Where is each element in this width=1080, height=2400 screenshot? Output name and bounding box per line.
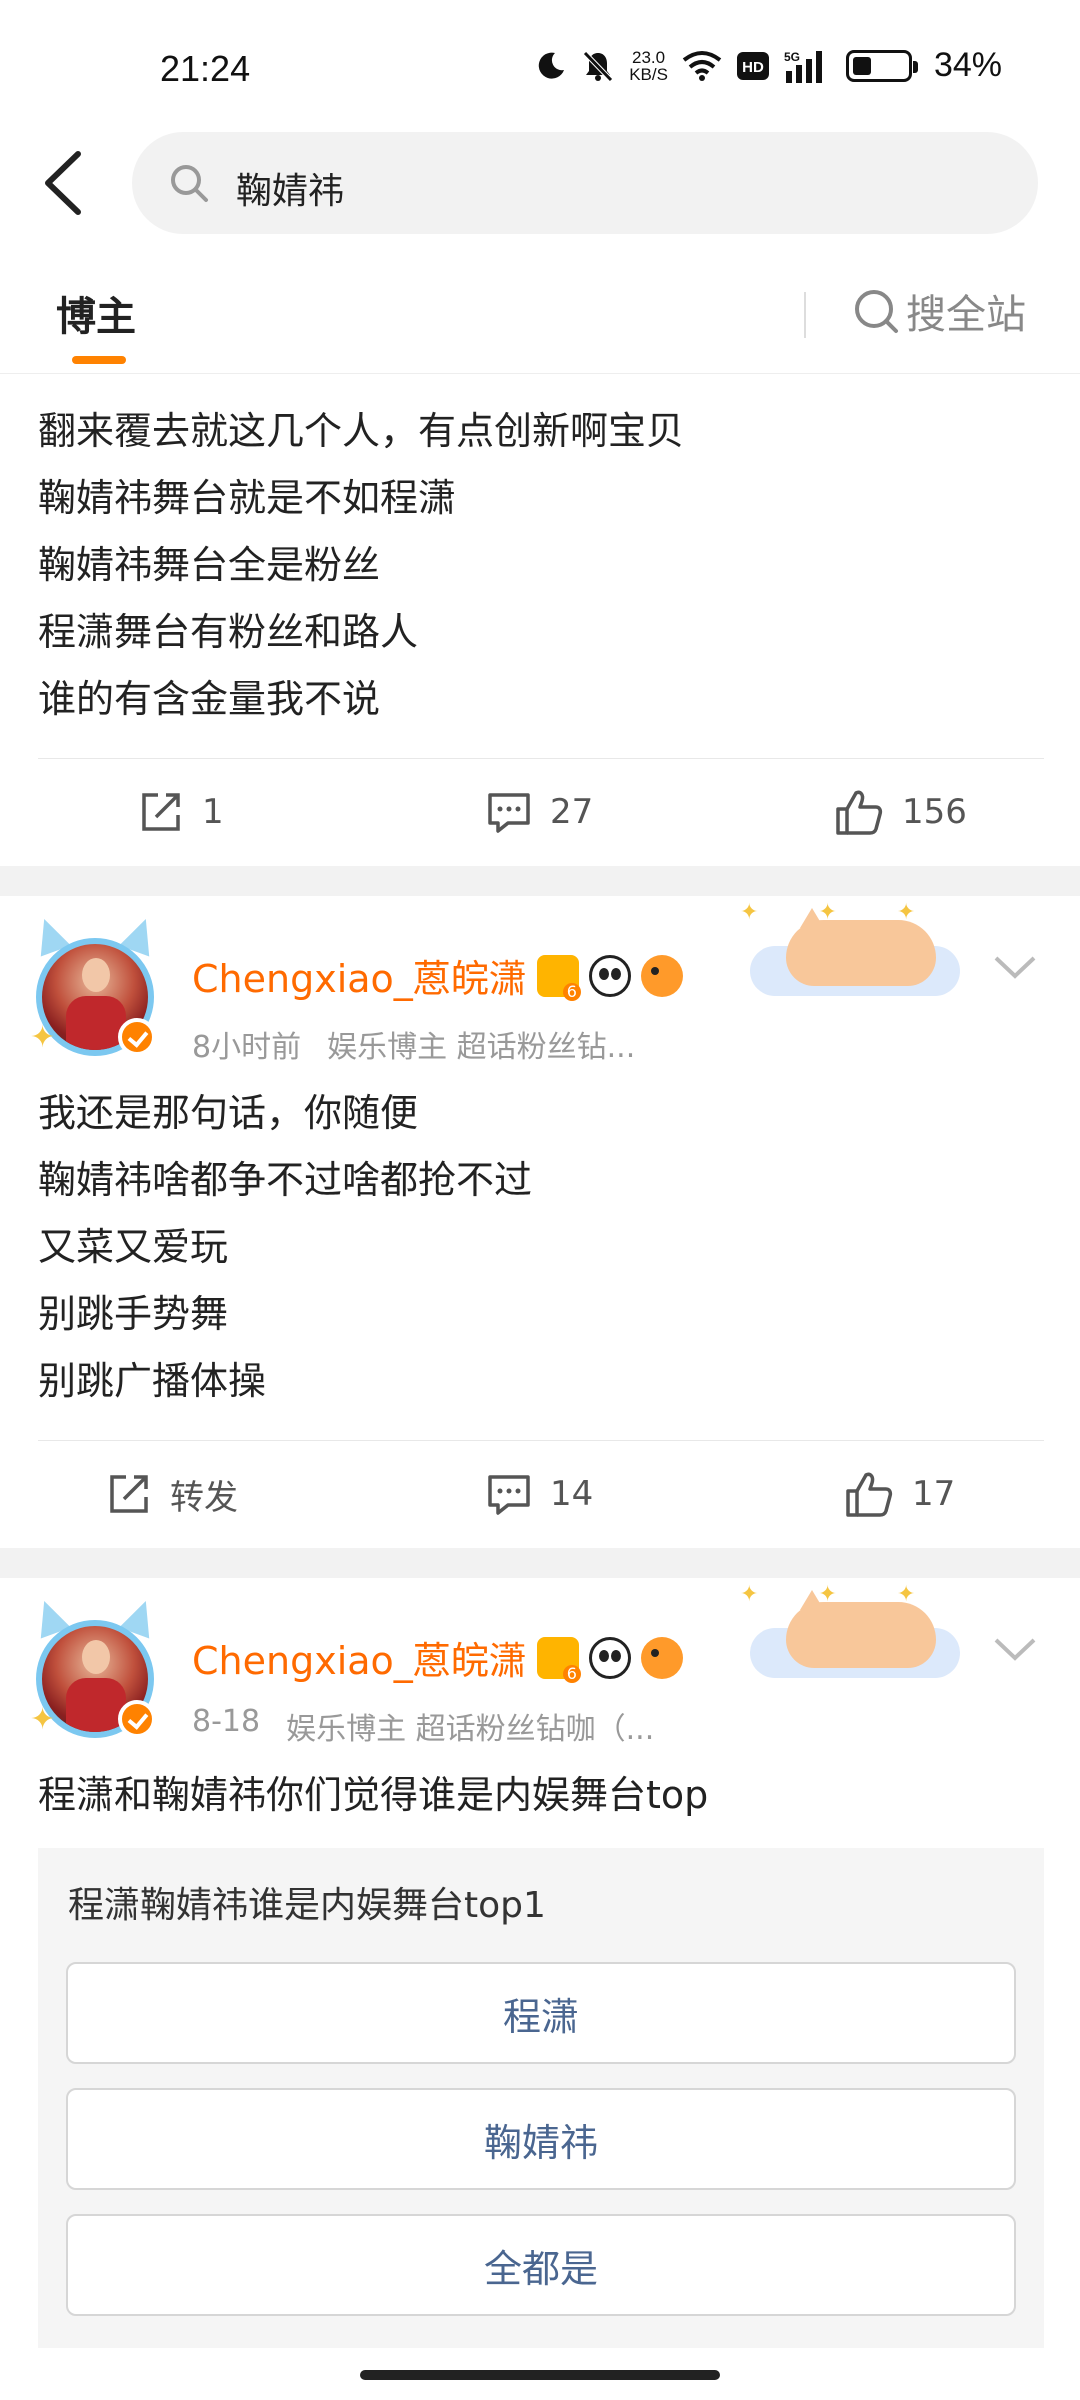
verified-icon <box>118 1018 156 1056</box>
comment-button[interactable]: 14 <box>486 1444 593 1544</box>
post-text[interactable]: 翻来覆去就这几个人，有点创新啊宝贝 鞠婧祎舞台就是不如程潇 鞠婧祎舞台全是粉丝 … <box>38 398 684 733</box>
divider <box>38 1440 1044 1441</box>
comment-icon <box>488 1475 530 1515</box>
tab-bar: 博主 搜全站 <box>0 262 1080 374</box>
poll-card: 程潇鞠婧祎谁是内娱舞台top1 程潇 鞠婧祎 全都是 <box>38 1848 1044 2348</box>
net-speed-value: 23.0 <box>632 47 666 67</box>
fish-badge-icon <box>640 954 683 997</box>
repost-button[interactable]: 转发 <box>106 1444 238 1544</box>
repost-icon <box>110 1475 148 1513</box>
sparkle-icon: ✦ <box>30 1702 56 1737</box>
avatar[interactable]: ✦ <box>29 1595 161 1740</box>
search-input[interactable]: 鞠婧祎 <box>132 132 1038 234</box>
tab-active-indicator <box>72 356 126 364</box>
search-all-icon <box>855 290 898 333</box>
repost-label: 转发 <box>170 1477 238 1518</box>
panda-badge-icon <box>588 1636 631 1679</box>
like-count: 156 <box>902 792 967 832</box>
avatar[interactable]: ✦ <box>29 913 161 1058</box>
svg-text:HD: HD <box>742 59 764 76</box>
chevron-down-icon[interactable] <box>990 948 1040 988</box>
comment-button[interactable]: 27 <box>486 762 593 862</box>
action-bar: 转发 14 17 <box>0 1444 1080 1544</box>
status-icons: 23.0 KB/S HD 5G 34% <box>535 46 1002 85</box>
back-button[interactable] <box>38 148 94 218</box>
poll-option[interactable]: 程潇 <box>66 1962 1016 2064</box>
verified-icon <box>118 1700 156 1738</box>
post-line: 鞠婧祎舞台全是粉丝 <box>38 543 381 587</box>
post-line: 别跳手势舞 <box>38 1292 229 1336</box>
thumbs-up-icon <box>836 790 883 835</box>
post-line: 鞠婧祎舞台就是不如程潇 <box>38 476 457 520</box>
thumbs-up-icon <box>846 1472 893 1517</box>
search-query: 鞠婧祎 <box>236 171 345 212</box>
post-line: 别跳广播体操 <box>38 1359 267 1403</box>
cat-decoration-icon: ✦✦✦ <box>740 900 970 1010</box>
cat-decoration-icon: ✦✦✦ <box>740 1582 970 1692</box>
post-line: 谁的有含金量我不说 <box>38 677 381 721</box>
post-meta: 8-18 娱乐博主 超话粉丝钻咖（... <box>192 1704 654 1748</box>
hd-icon: HD <box>736 51 769 80</box>
post-time: 8-18 <box>192 1704 261 1739</box>
username-row: Chengxiao_蒽皖潇 <box>192 1630 683 1685</box>
post-line: 程潇和鞠婧祎你们觉得谁是内娱舞台top <box>38 1773 709 1817</box>
post-tags: 娱乐博主 超话粉丝钻... <box>327 1030 636 1065</box>
poll-option[interactable]: 鞠婧祎 <box>66 2088 1016 2190</box>
post-time: 8小时前 <box>192 1030 302 1065</box>
post-text[interactable]: 我还是那句话，你随便 鞠婧祎啥都争不过啥都抢不过 又菜又爱玩 别跳手势舞 别跳广… <box>38 1080 532 1415</box>
username-row: Chengxiao_蒽皖潇 <box>192 948 683 1003</box>
username[interactable]: Chengxiao_蒽皖潇 <box>192 1630 527 1685</box>
action-bar: 1 27 156 <box>0 762 1080 862</box>
post-tags: 娱乐博主 超话粉丝钻咖（... <box>286 1712 655 1747</box>
post-text[interactable]: 程潇和鞠婧祎你们觉得谁是内娱舞台top <box>38 1762 708 1829</box>
feed-separator <box>0 866 1080 896</box>
post-line: 我还是那句话，你随便 <box>38 1091 419 1135</box>
battery-icon <box>845 49 918 82</box>
crown-badge-icon <box>536 954 581 1001</box>
post-line: 又菜又爱玩 <box>38 1225 229 1269</box>
post-meta: 8小时前 娱乐博主 超话粉丝钻... <box>192 1022 635 1066</box>
moon-icon <box>538 52 565 79</box>
crown-badge-icon <box>536 1636 581 1683</box>
divider <box>38 758 1044 759</box>
status-bar: 21:24 23.0 KB/S HD 5G 34% <box>0 0 1080 130</box>
poll-option[interactable]: 全都是 <box>66 2214 1016 2316</box>
like-button[interactable]: 17 <box>844 1444 955 1544</box>
net-speed: 23.0 KB/S <box>629 49 668 83</box>
comment-count: 14 <box>550 1474 594 1514</box>
panda-badge-icon <box>588 954 631 997</box>
like-count: 17 <box>912 1474 956 1514</box>
search-icon <box>171 165 208 202</box>
repost-icon <box>142 793 180 831</box>
home-indicator[interactable] <box>360 2370 720 2380</box>
username[interactable]: Chengxiao_蒽皖潇 <box>192 948 527 1003</box>
comment-icon <box>488 793 530 833</box>
battery-fill <box>852 56 871 75</box>
net-speed-unit: KB/S <box>629 64 668 84</box>
wifi-icon <box>682 50 722 81</box>
battery-percent: 34% <box>933 46 1002 84</box>
search-all-button[interactable]: 搜全站 <box>852 282 1026 340</box>
chevron-down-icon[interactable] <box>990 1630 1040 1670</box>
fish-badge-icon <box>640 1636 683 1679</box>
feed-separator <box>0 1548 1080 1578</box>
tab-divider <box>804 292 806 338</box>
post-line: 程潇舞台有粉丝和路人 <box>38 610 419 654</box>
tab-bloggers[interactable]: 博主 <box>56 284 136 342</box>
like-button[interactable]: 156 <box>834 762 967 862</box>
comment-count: 27 <box>550 792 594 832</box>
repost-count: 1 <box>202 792 224 832</box>
status-time: 21:24 <box>160 48 251 89</box>
mute-bell-icon <box>583 50 613 82</box>
poll-title: 程潇鞠婧祎谁是内娱舞台top1 <box>68 1885 546 1926</box>
signal-icon: 5G <box>784 50 822 83</box>
post-line: 翻来覆去就这几个人，有点创新啊宝贝 <box>38 409 685 453</box>
post-line: 鞠婧祎啥都争不过啥都抢不过 <box>38 1158 533 1202</box>
repost-button[interactable]: 1 <box>138 762 224 862</box>
svg-text:5G: 5G <box>784 50 800 64</box>
sparkle-icon: ✦ <box>30 1020 56 1055</box>
search-all-label: 搜全站 <box>906 292 1026 338</box>
